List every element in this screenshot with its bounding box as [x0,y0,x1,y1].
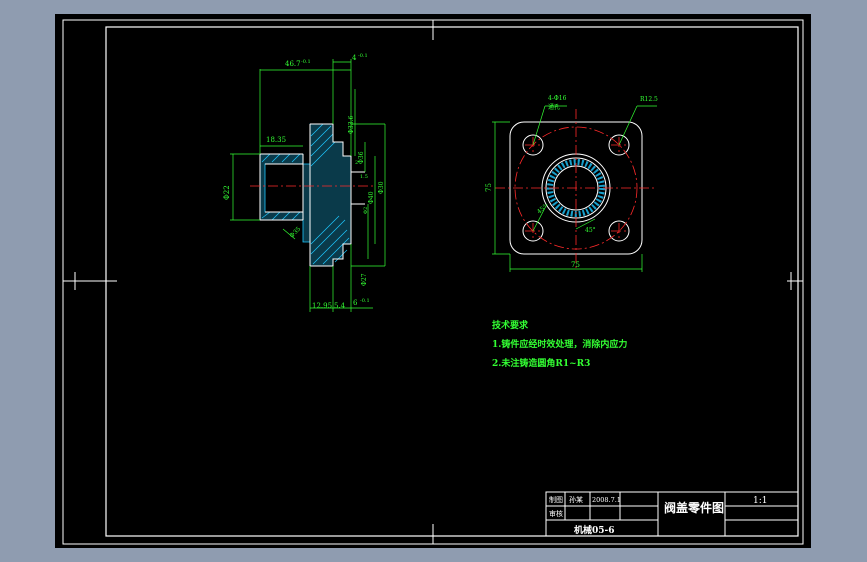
tb-drawn-date: 2008.7.1 [592,496,621,504]
dim-bot-c-tol: -0.1 [360,298,370,304]
label-holes: 4-Φ16 [548,95,567,102]
dim-top-overall: 46.7 [285,60,301,68]
dim-top-overall-tol: -0.1 [301,59,311,65]
dim-vert-2: Φ36 [358,151,365,164]
hatch-areas [259,123,352,267]
title-block: 制图 孙某 2008.7.1 审核 阀盖零件图 1:1 机械05-6 [545,491,799,537]
cad-drawing: 46.7 -0.1 4 -0.1 18.35 Φ22 Φ35 12.95 5.4… [62,19,804,545]
dim-vert-1: Φ33.6 [348,116,355,134]
tb-part-name: 阀盖零件图 [664,500,724,515]
dim-small-1: 2 [355,160,358,166]
dim-small-2: 1.5 [360,174,368,180]
sheet-outer-border [62,19,804,545]
dim-right-dia: Φ35 [288,225,302,239]
side-view: 4-Φ16 通孔 R12.5 45° 45° 75 75 [485,95,658,272]
dim-top-step: 4 [352,54,357,62]
dim-top-step-tol: -0.1 [358,53,368,59]
label-radius: R12.5 [640,96,658,103]
dim-bot-a: 12.95 [312,302,332,310]
label-holes-2: 通孔 [548,103,560,111]
tb-drawn-name: 孙某 [569,495,583,504]
side-dim-lines [492,105,657,272]
dim-height: 75 [485,183,493,192]
tb-scale: 1:1 [753,496,767,506]
dim-vert-5: Φ27 [361,273,368,286]
notes-item: 2.未注铸造圆角R1~R3 [492,357,590,369]
dim-width: 75 [571,261,580,269]
dim-left-dia: Φ22 [223,185,231,200]
notes-title: 技术要求 [492,319,529,331]
notes-item: 1.铸件应经时效处理，消除内应力 [492,338,627,350]
dim-bot-b: 5.4 [334,302,346,310]
label-angle-2: 45° [585,227,596,234]
cad-viewport[interactable]: 46.7 -0.1 4 -0.1 18.35 Φ22 Φ35 12.95 5.4… [55,14,811,548]
dim-left-len: 18.35 [266,136,286,144]
dim-vert-3: Φ40 [368,191,375,204]
tb-review-label: 审核 [549,509,563,518]
side-center-lines [495,109,657,268]
drawing-frame [105,26,799,537]
dim-small-3: Φ2 [363,207,369,214]
tb-drawing-no: 机械05-6 [574,524,615,536]
dim-vert-4: Φ30 [378,181,385,194]
front-section-view: 46.7 -0.1 4 -0.1 18.35 Φ22 Φ35 12.95 5.4… [223,53,386,312]
dim-bot-c: 6 [353,299,358,307]
tb-drawn-label: 制图 [549,495,563,504]
technical-notes: 技术要求 1.铸件应经时效处理，消除内应力 2.未注铸造圆角R1~R3 [492,319,627,369]
